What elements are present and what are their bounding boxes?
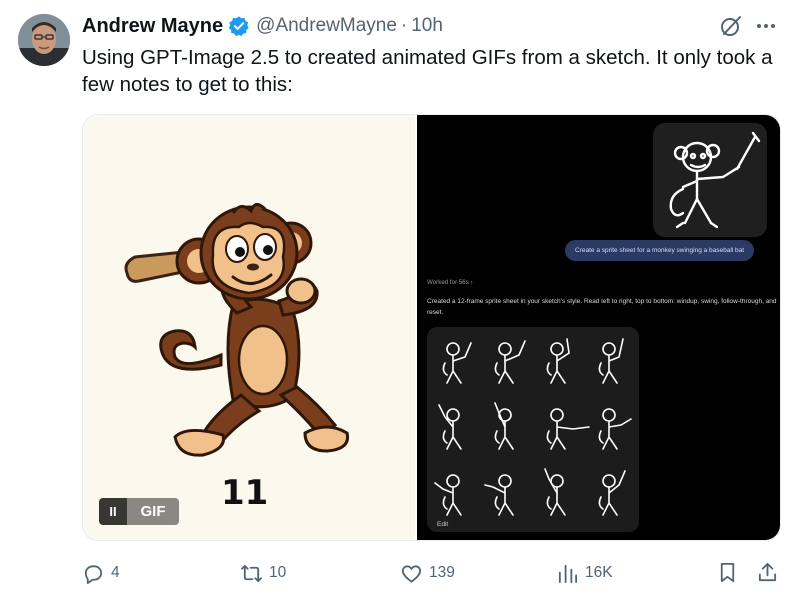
views-button[interactable]: 16K bbox=[556, 560, 613, 586]
action-bar: 4 10 139 16K bbox=[82, 560, 782, 586]
sprite-sheet-drawing bbox=[434, 338, 632, 516]
grok-icon[interactable] bbox=[719, 14, 743, 38]
reply-icon bbox=[84, 564, 103, 584]
reply-count: 4 bbox=[111, 564, 120, 581]
views-count: 16K bbox=[585, 564, 613, 581]
user-prompt-bubble: Create a sprite sheet for a monkey swing… bbox=[565, 240, 755, 261]
sketch-drawing bbox=[669, 131, 761, 229]
avatar-photo bbox=[18, 14, 70, 66]
more-icon[interactable] bbox=[754, 18, 778, 34]
post-time[interactable]: 10h bbox=[411, 15, 443, 37]
gif-panel[interactable]: 11 II GIF bbox=[83, 115, 415, 540]
chat-screenshot-panel[interactable]: Create a sprite sheet for a monkey swing… bbox=[417, 115, 780, 540]
avatar[interactable] bbox=[18, 14, 70, 66]
like-icon bbox=[401, 564, 422, 583]
frame-number: 11 bbox=[221, 473, 269, 513]
share-icon[interactable] bbox=[756, 561, 779, 584]
edit-button[interactable]: Edit bbox=[437, 521, 448, 528]
worked-for-label[interactable]: Worked for 56s › bbox=[427, 279, 473, 286]
gif-badge: GIF bbox=[127, 498, 179, 525]
verified-badge-icon bbox=[228, 16, 249, 37]
bookmark-icon[interactable] bbox=[716, 561, 739, 584]
repost-button[interactable]: 10 bbox=[240, 560, 286, 586]
like-button[interactable]: 139 bbox=[400, 560, 455, 586]
post-header: Andrew Mayne @AndrewMayne · 10h bbox=[82, 14, 443, 38]
author-handle[interactable]: @AndrewMayne bbox=[256, 15, 397, 37]
gif-controls[interactable]: II GIF bbox=[99, 498, 179, 525]
separator-dot: · bbox=[400, 15, 408, 36]
assistant-reply: Created a 12-frame sprite sheet in your … bbox=[427, 298, 777, 316]
sketch-image bbox=[653, 123, 767, 237]
post-text: Using GPT-Image 2.5 to created animated … bbox=[82, 46, 773, 96]
pause-button[interactable]: II bbox=[99, 498, 127, 525]
reply-button[interactable]: 4 bbox=[82, 560, 120, 586]
repost-count: 10 bbox=[269, 564, 287, 581]
sprite-sheet: Edit bbox=[427, 327, 639, 532]
views-icon bbox=[558, 564, 578, 583]
author-name[interactable]: Andrew Mayne bbox=[82, 15, 223, 38]
repost-icon bbox=[241, 564, 262, 582]
like-count: 139 bbox=[429, 564, 455, 581]
media-container[interactable]: 11 II GIF Create a sprite sheet for a mo… bbox=[82, 114, 781, 541]
